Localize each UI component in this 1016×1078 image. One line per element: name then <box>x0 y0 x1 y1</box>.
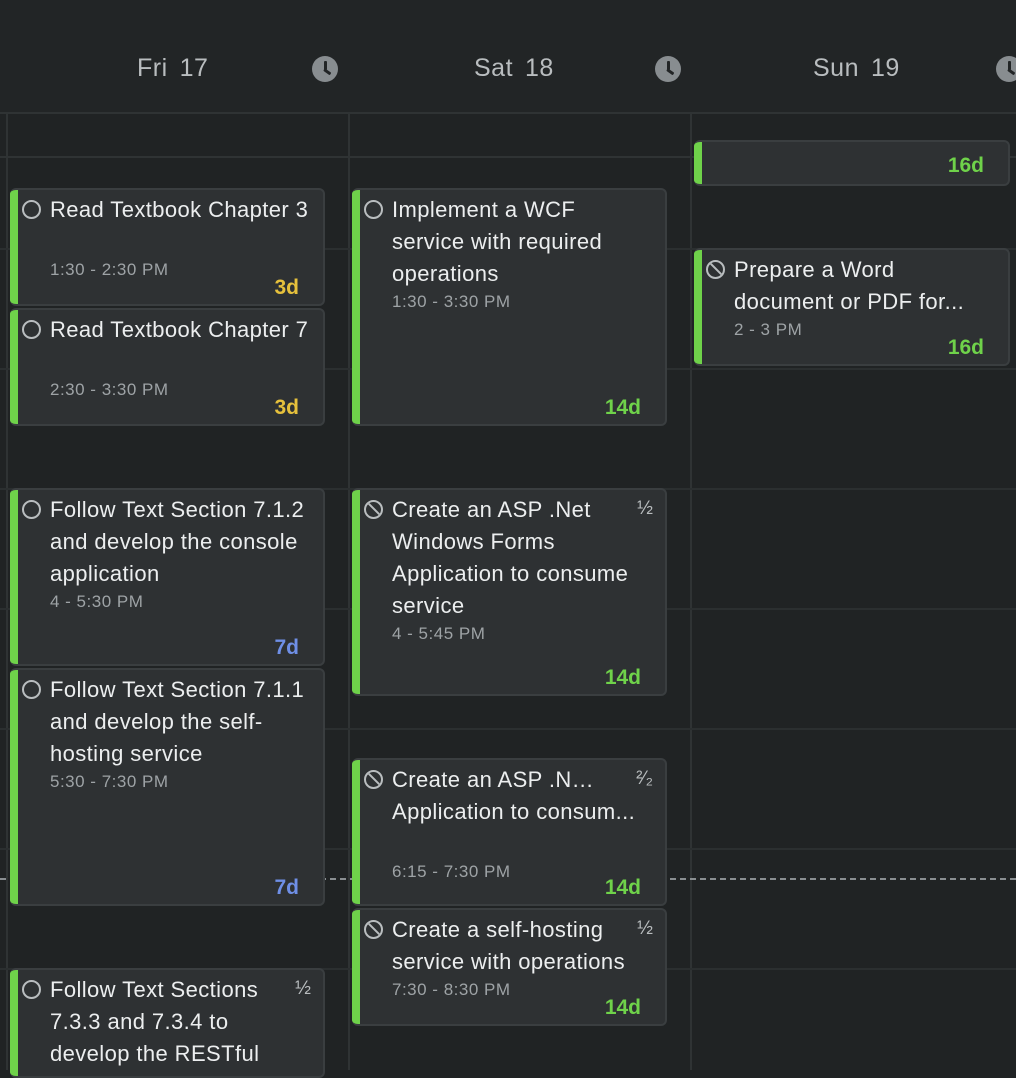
event-card[interactable]: Create a self-hosting service with opera… <box>352 908 667 1026</box>
event-time: 6:15 - 7:30 PM <box>392 862 511 881</box>
due-badge: 3d <box>274 276 299 299</box>
event-title: Read Textbook Chapter 3 <box>50 197 309 222</box>
occurrence-fraction: ½ <box>295 978 311 999</box>
due-badge: 14d <box>604 396 641 419</box>
day-heading-sat[interactable]: Sat 18 <box>474 54 816 86</box>
circle-icon[interactable] <box>22 320 41 339</box>
circle-icon[interactable] <box>22 500 41 519</box>
event-color-bar <box>10 190 18 304</box>
blocked-icon[interactable] <box>364 500 383 519</box>
event-title-line: Prepare a Word <box>734 257 895 282</box>
day-name: Sun <box>813 54 859 82</box>
blocked-icon[interactable] <box>364 920 383 939</box>
circle-icon[interactable] <box>22 200 41 219</box>
event-title: Follow Text Sections 7.3.3 and 7.3.4 to … <box>50 977 260 1066</box>
circle-icon[interactable] <box>22 680 41 699</box>
occurrence-fraction: ²⁄₂ <box>636 768 653 789</box>
event-title: Follow Text Section 7.1.2 and develop th… <box>50 497 305 586</box>
event-color-bar <box>694 142 702 184</box>
event-time: 2 - 3 PM <box>734 320 803 339</box>
due-badge: 14d <box>604 666 641 689</box>
event-color-bar <box>10 310 18 424</box>
event-time: 7:30 - 8:30 PM <box>392 980 511 999</box>
event-color-bar <box>694 250 702 364</box>
event-card[interactable]: Follow Text Section 7.1.1 and develop th… <box>10 668 325 906</box>
clock-icon[interactable] <box>655 56 681 82</box>
event-card[interactable]: Read Textbook Chapter 7 2:30 - 3:30 PM 3… <box>10 308 325 426</box>
occurrence-fraction: ½ <box>637 918 653 939</box>
due-badge: 14d <box>604 876 641 899</box>
due-badge: 7d <box>274 636 299 659</box>
event-title-line: Application to consum... <box>392 799 636 824</box>
due-badge: 7d <box>274 876 299 899</box>
column-divider <box>690 112 692 1070</box>
event-time: 4 - 5:30 PM <box>50 592 144 611</box>
due-badge: 16d <box>947 336 984 359</box>
day-heading-fri[interactable]: Fri 17 <box>137 54 479 86</box>
event-time: 2:30 - 3:30 PM <box>50 380 169 399</box>
due-badge: 14d <box>604 996 641 1019</box>
day-name: Fri <box>137 54 168 82</box>
event-title: Prepare a Word document or PDF for... <box>734 254 996 318</box>
event-card[interactable]: Follow Text Sections 7.3.3 and 7.3.4 to … <box>10 968 325 1078</box>
event-card[interactable]: Create an ASP .Net Windows Forms Applica… <box>352 488 667 696</box>
day-heading-sun[interactable]: Sun 19 <box>813 54 1016 86</box>
circle-icon[interactable] <box>364 200 383 219</box>
due-badge: 16d <box>947 154 984 177</box>
day-number: 17 <box>179 54 209 82</box>
column-divider <box>348 112 350 1070</box>
event-color-bar <box>352 760 360 904</box>
event-title: Create a self-hosting service with opera… <box>392 917 625 974</box>
event-color-bar <box>10 670 18 904</box>
event-time: 1:30 - 2:30 PM <box>50 260 169 279</box>
clock-icon[interactable] <box>996 56 1016 82</box>
event-card[interactable]: Read Textbook Chapter 3 1:30 - 2:30 PM 3… <box>10 188 325 306</box>
blocked-icon[interactable] <box>706 260 725 279</box>
event-time: 5:30 - 7:30 PM <box>50 772 169 791</box>
event-color-bar <box>10 970 18 1076</box>
event-time: 4 - 5:45 PM <box>392 624 486 643</box>
blocked-icon[interactable] <box>364 770 383 789</box>
event-card[interactable]: Implement a WCF service with required op… <box>352 188 667 426</box>
event-title: Read Textbook Chapter 7 <box>50 317 309 342</box>
event-color-bar <box>352 490 360 694</box>
event-title-line: document or PDF for... <box>734 289 965 314</box>
event-color-bar <box>352 190 360 424</box>
event-title: Create an ASP .Net Windows Forms Applica… <box>392 497 629 618</box>
column-divider <box>6 112 8 1070</box>
due-badge: 3d <box>274 396 299 419</box>
event-title: Implement a WCF service with required op… <box>392 197 603 286</box>
day-header: Fri 17 Sat 18 Sun 19 <box>0 0 1016 114</box>
day-number: 18 <box>525 54 554 82</box>
clock-icon[interactable] <box>312 56 338 82</box>
event-card[interactable]: Follow Text Section 7.1.2 and develop th… <box>10 488 325 666</box>
event-title-line: Create an ASP .Net Windows Forms <box>392 767 602 792</box>
event-card[interactable]: Prepare a Word document or PDF for... 2 … <box>694 248 1010 366</box>
event-title: Create an ASP .Net Windows Forms Applica… <box>392 764 649 828</box>
event-title: Follow Text Section 7.1.1 and develop th… <box>50 677 305 766</box>
event-card[interactable]: Create an ASP .Net Windows Forms Applica… <box>352 758 667 906</box>
event-card[interactable]: 16d <box>694 140 1010 186</box>
occurrence-fraction: ½ <box>637 498 653 519</box>
circle-icon[interactable] <box>22 980 41 999</box>
event-color-bar <box>10 490 18 664</box>
event-time: 1:30 - 3:30 PM <box>392 292 511 311</box>
day-name: Sat <box>474 54 514 82</box>
day-number: 19 <box>870 54 900 82</box>
event-color-bar <box>352 910 360 1024</box>
